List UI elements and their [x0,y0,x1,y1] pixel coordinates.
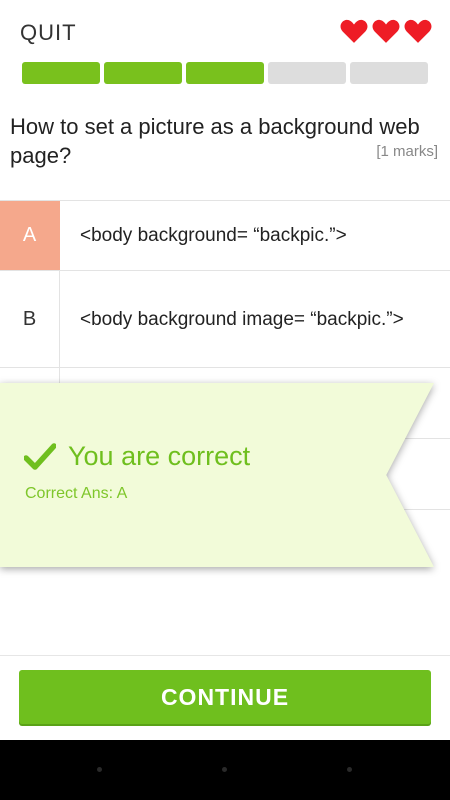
check-icon [24,442,56,470]
progress-segment [22,62,100,84]
progress-segment [350,62,428,84]
nav-back-button[interactable] [97,767,102,772]
progress-bar [22,62,428,84]
heart-icon [372,19,400,43]
heart-icon [340,19,368,43]
question-text: How to set a picture as a background web… [10,114,420,168]
lives-indicator [340,18,432,44]
quit-button[interactable]: QUIT [20,20,77,46]
nav-recents-button[interactable] [347,767,352,772]
feedback-title-row: You are correct [24,441,250,472]
system-nav-bar [0,740,450,800]
option-letter: B [0,271,60,367]
option-b[interactable]: B <body background image= “backpic.”> [0,271,450,368]
feedback-title: You are correct [68,441,251,471]
option-letter: A [0,201,60,270]
correct-answer-label: Correct Ans: A [25,485,128,502]
option-text: <body background image= “backpic.”> [80,308,404,330]
progress-segment [186,62,264,84]
progress-segment [268,62,346,84]
marks-label: [1 marks] [376,143,438,160]
nav-home-button[interactable] [222,767,227,772]
feedback-banner-background [0,383,434,567]
footer-divider [0,655,450,656]
continue-button[interactable]: CONTINUE [19,670,431,724]
option-text: <body background= “backpic.”> [80,225,347,246]
feedback-banner: You are correct Correct Ans: A [0,383,440,569]
option-a[interactable]: A <body background= “backpic.”> [0,201,450,271]
header: QUIT [0,0,450,60]
progress-segment [104,62,182,84]
heart-icon [404,19,432,43]
